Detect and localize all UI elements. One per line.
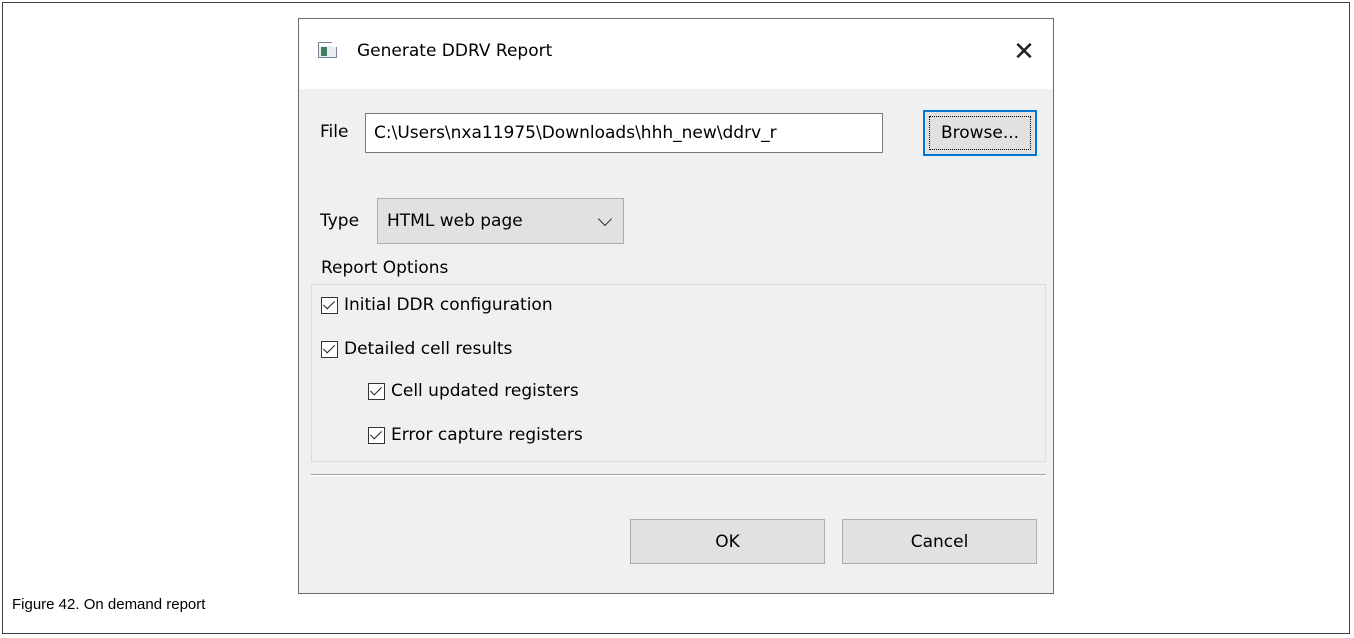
checkbox-label: Initial DDR configuration: [344, 295, 553, 315]
title-bar: Generate DDRV Report ✕: [299, 19, 1053, 89]
checkbox-label: Cell updated registers: [391, 381, 579, 401]
checkbox-label: Error capture registers: [391, 425, 583, 445]
report-options-title: Report Options: [321, 258, 451, 278]
type-select-value: HTML web page: [387, 211, 523, 231]
type-select[interactable]: HTML web page: [377, 198, 624, 244]
checkmark-icon: [321, 296, 338, 314]
detailed-cell-results-checkbox[interactable]: Detailed cell results: [321, 339, 512, 359]
ok-button[interactable]: OK: [630, 519, 825, 564]
focus-ring: [929, 116, 1031, 150]
app-window-icon: [318, 42, 337, 58]
generate-report-dialog: Generate DDRV Report ✕ File Browse... Ty…: [298, 18, 1054, 594]
file-label: File: [320, 122, 349, 142]
file-path-input[interactable]: [365, 113, 883, 153]
close-button[interactable]: ✕: [995, 19, 1053, 85]
error-capture-registers-checkbox[interactable]: Error capture registers: [368, 425, 583, 445]
chevron-down-icon: [597, 211, 613, 227]
browse-button[interactable]: Browse...: [923, 110, 1037, 156]
checkmark-icon: [321, 340, 338, 358]
checkmark-icon: [368, 426, 385, 444]
type-label: Type: [320, 211, 360, 231]
checkbox-label: Detailed cell results: [344, 339, 513, 359]
figure-caption: Figure 42. On demand report: [12, 596, 206, 613]
checkmark-icon: [368, 382, 385, 400]
dialog-title: Generate DDRV Report: [357, 41, 553, 61]
cancel-button[interactable]: Cancel: [842, 519, 1037, 564]
initial-ddr-config-checkbox[interactable]: Initial DDR configuration: [321, 295, 553, 315]
separator: [311, 474, 1046, 476]
cell-updated-registers-checkbox[interactable]: Cell updated registers: [368, 381, 579, 401]
